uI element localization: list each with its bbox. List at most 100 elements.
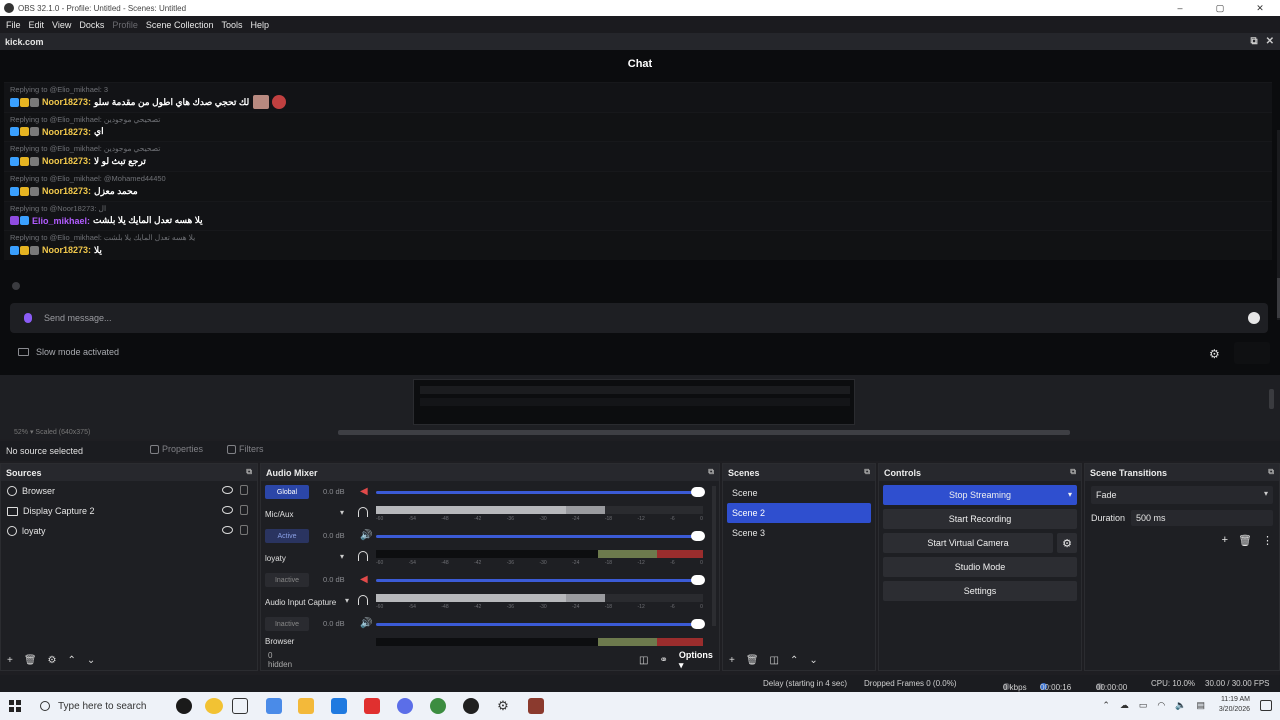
minimize-button[interactable]: – (1160, 0, 1200, 16)
source-properties-gear-icon[interactable]: ⚙ (48, 655, 57, 666)
headphones-icon[interactable] (358, 507, 368, 517)
lock-icon[interactable] (240, 505, 248, 515)
scene-item[interactable]: Scene (727, 483, 871, 503)
remove-transition-icon[interactable]: 🗑 (1238, 534, 1252, 547)
chat-username[interactable]: Noor18273: (42, 245, 91, 255)
speaker-muted-icon[interactable]: ◀ (360, 486, 369, 497)
headphones-icon[interactable] (358, 551, 368, 561)
chat-input[interactable]: Send message... (10, 303, 1268, 333)
menu-profile[interactable]: Profile (112, 20, 138, 30)
volume-slider-knob[interactable] (691, 619, 705, 629)
settings-gear-icon[interactable]: ⚙ (495, 698, 511, 714)
dock-float-icon[interactable]: ⧉ (864, 467, 870, 477)
visibility-eye-icon[interactable] (222, 526, 233, 534)
chevron-down-icon[interactable]: ▾ (1068, 490, 1072, 499)
app-icon[interactable] (528, 698, 544, 714)
volume-slider[interactable] (376, 491, 703, 494)
preview-zoom-label[interactable]: 52% ▾ Scaled (640x375) (14, 428, 90, 436)
emoji-icon[interactable] (1248, 312, 1260, 324)
move-down-icon[interactable]: ⌄ (87, 655, 95, 666)
chat-username[interactable]: Elio_mikhael: (32, 216, 90, 226)
youtube-icon[interactable] (364, 698, 380, 714)
network-icon[interactable]: ⌃ (1102, 700, 1110, 711)
lock-icon[interactable] (240, 525, 248, 535)
transition-select[interactable]: Fade ▾ (1091, 486, 1273, 504)
stop-streaming-button[interactable]: Stop Streaming ▾ (883, 485, 1077, 505)
volume-slider-knob[interactable] (691, 575, 705, 585)
chat-username[interactable]: Noor18273: (42, 127, 91, 137)
move-up-icon[interactable]: ⌃ (68, 655, 76, 666)
remove-scene-icon[interactable]: 🗑 (746, 655, 759, 666)
file-explorer-icon[interactable] (298, 698, 314, 714)
chevron-down-icon[interactable]: ▾ (340, 508, 344, 517)
move-down-icon[interactable]: ⌄ (809, 655, 817, 666)
menu-help[interactable]: Help (250, 20, 269, 30)
source-item-loyaty[interactable]: loyaty (1, 521, 257, 541)
duration-input[interactable]: 500 ms (1131, 510, 1273, 526)
chat-username[interactable]: Noor18273: (42, 186, 91, 196)
dock-float-icon[interactable]: ⧉ (246, 467, 252, 477)
mixer-tag-inactive[interactable]: Inactive (265, 573, 309, 587)
scene-filters-icon[interactable]: ◫ (770, 655, 779, 666)
mixer-tag-active[interactable]: Active (265, 529, 309, 543)
obs-icon[interactable] (463, 698, 479, 714)
mixer-scrollbar[interactable] (712, 486, 716, 626)
discord-icon[interactable] (397, 698, 413, 714)
mixer-options-button[interactable]: Options ▾ (679, 650, 719, 671)
source-item-browser[interactable]: Browser (1, 481, 257, 501)
mixer-tag-inactive[interactable]: Inactive (265, 617, 309, 631)
dock-float-icon[interactable]: ⧉ (708, 467, 714, 477)
wifi-icon[interactable]: ◠ (1157, 700, 1165, 711)
source-item-display-capture-2[interactable]: Display Capture 2 (1, 501, 257, 521)
add-source-icon[interactable]: + (7, 655, 13, 666)
chrome-icon[interactable] (430, 698, 446, 714)
menu-edit[interactable]: Edit (29, 20, 45, 30)
properties-button[interactable]: Properties (150, 444, 203, 454)
volume-slider[interactable] (376, 579, 703, 582)
start-recording-button[interactable]: Start Recording (883, 509, 1077, 529)
start-virtual-camera-button[interactable]: Start Virtual Camera (883, 533, 1053, 553)
volume-slider[interactable] (376, 623, 703, 626)
mixer-tag-global[interactable]: Global (265, 485, 309, 499)
chat-username[interactable]: Noor18273: (42, 97, 91, 107)
close-button[interactable]: ✕ (1240, 0, 1280, 16)
add-transition-icon[interactable]: + (1222, 534, 1228, 547)
scene-item[interactable]: Scene 3 (727, 523, 871, 543)
virtual-camera-gear-icon[interactable]: ⚙ (1057, 533, 1077, 553)
preview-canvas[interactable] (413, 379, 855, 425)
studio-mode-button[interactable]: Studio Mode (883, 557, 1077, 577)
menu-docks[interactable]: Docks (79, 20, 104, 30)
headphones-icon[interactable] (358, 595, 368, 605)
visibility-eye-icon[interactable] (222, 506, 233, 514)
chat-settings-gear-icon[interactable]: ⚙ (1209, 347, 1220, 361)
link-icon[interactable]: ⚭ (659, 655, 667, 666)
lock-icon[interactable] (240, 485, 248, 495)
chat-send-button[interactable] (1234, 342, 1270, 364)
dock-float-icon[interactable]: ⧉ (1250, 36, 1257, 47)
copilot-icon[interactable] (266, 698, 282, 714)
volume-slider[interactable] (376, 535, 703, 538)
more-options-icon[interactable]: ⋮ (1262, 534, 1273, 547)
add-scene-icon[interactable]: + (729, 655, 735, 666)
scene-item-selected[interactable]: Scene 2 (727, 503, 871, 523)
dock-float-icon[interactable]: ⧉ (1268, 467, 1274, 477)
preview-horizontal-scrollbar[interactable] (338, 430, 1070, 435)
task-view-icon[interactable] (232, 698, 248, 714)
layout-toggle-icon[interactable]: ◫ (639, 655, 648, 666)
visibility-eye-icon[interactable] (222, 486, 233, 494)
chat-username[interactable]: Noor18273: (42, 156, 91, 166)
weather-icon[interactable] (205, 698, 223, 714)
chevron-down-icon[interactable]: ▾ (345, 596, 349, 605)
menu-scene-collection[interactable]: Scene Collection (146, 20, 214, 30)
speaker-icon[interactable]: 🔊 (360, 530, 372, 541)
windows-start-icon[interactable] (9, 700, 21, 712)
menu-file[interactable]: File (6, 20, 21, 30)
taskbar-clock[interactable]: 11:19 AM 3/20/2026 (1219, 695, 1250, 715)
maximize-button[interactable]: ▢ (1200, 0, 1240, 16)
move-up-icon[interactable]: ⌃ (790, 655, 798, 666)
onedrive-icon[interactable]: ☁ (1120, 700, 1129, 711)
volume-slider-knob[interactable] (691, 487, 705, 497)
speaker-muted-icon[interactable]: ◀ (360, 574, 369, 585)
language-icon[interactable]: ▤ (1196, 700, 1205, 711)
dock-close-icon[interactable]: ✕ (1266, 36, 1274, 47)
